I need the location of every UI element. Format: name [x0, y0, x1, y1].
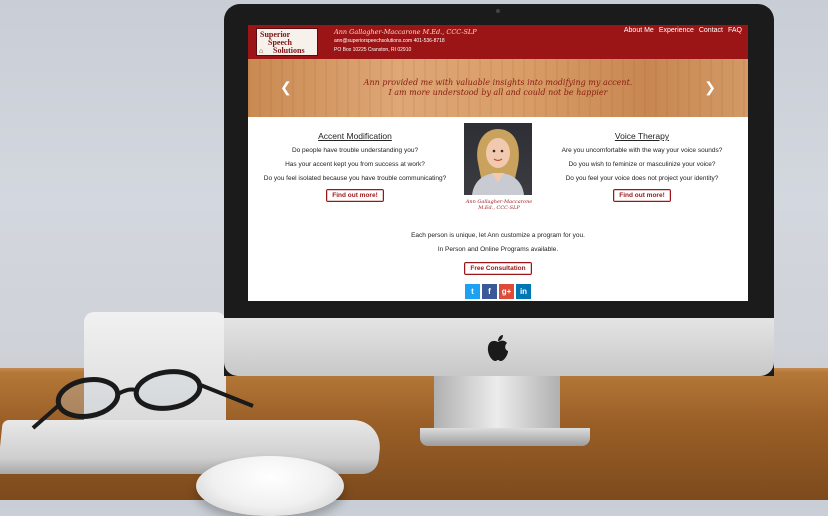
- linkedin-icon[interactable]: in: [516, 284, 531, 299]
- eyeglasses: [31, 369, 254, 430]
- accent-section: Accent Modification Do people have troub…: [252, 131, 458, 202]
- voice-find-out-more-button[interactable]: Find out more!: [613, 189, 671, 202]
- facebook-icon[interactable]: f: [482, 284, 497, 299]
- voice-question: Do you wish to feminize or masculinize y…: [568, 161, 716, 168]
- testimonial-slider: ❮ Ann provided me with valuable insights…: [248, 59, 748, 117]
- portrait-photo: [464, 123, 532, 195]
- accent-title[interactable]: Accent Modification: [252, 131, 458, 141]
- voice-question: Are you uncomfortable with the way your …: [561, 147, 723, 154]
- signature-line-2: M.Ed., CCC-SLP: [478, 205, 520, 211]
- social-links: t f g+ in: [465, 284, 531, 299]
- portrait-image: [472, 129, 524, 195]
- magic-mouse: [196, 456, 344, 516]
- voice-section: Voice Therapy Are you uncomfortable with…: [540, 131, 744, 202]
- accent-question: Do people have trouble understanding you…: [291, 147, 419, 154]
- twitter-icon[interactable]: t: [465, 284, 480, 299]
- voice-title[interactable]: Voice Therapy: [540, 131, 744, 141]
- nav-contact[interactable]: Contact: [699, 27, 723, 34]
- website-screen: Superior Speech Solutions ⌂ Ann Gallaghe…: [248, 25, 748, 301]
- apple-logo-icon: [487, 335, 508, 361]
- testimonial-line-2: I am more understood by all and could no…: [388, 88, 608, 97]
- house-icon: ⌂: [259, 47, 264, 55]
- contact-email-phone[interactable]: ann@superiorspeechsolutions.com 401-536-…: [334, 37, 477, 46]
- testimonial-line-1: Ann provided me with valuable insights i…: [363, 78, 633, 87]
- camera-icon: [496, 9, 500, 13]
- site-logo[interactable]: Superior Speech Solutions ⌂: [256, 28, 318, 56]
- main-nav: About Me Experience Contact FAQ: [624, 27, 742, 34]
- site-header: Superior Speech Solutions ⌂ Ann Gallaghe…: [248, 25, 748, 59]
- accent-find-out-more-button[interactable]: Find out more!: [326, 189, 384, 202]
- consultation-wrapper: Free Consultation: [348, 262, 648, 275]
- program-availability: In Person and Online Programs available.: [437, 246, 559, 253]
- accent-question: Do you feel isolated because you have tr…: [263, 175, 447, 182]
- imac-stand: [434, 376, 560, 432]
- testimonial-text: Ann provided me with valuable insights i…: [298, 78, 698, 98]
- voice-question: Do you feel your voice does not project …: [565, 175, 719, 182]
- contact-block: Ann Gallagher-Maccarone M.Ed., CCC-SLP a…: [334, 28, 477, 55]
- google-plus-icon[interactable]: g+: [499, 284, 514, 299]
- logo-line-3: Solutions: [273, 46, 305, 55]
- accent-question: Has your accent kept you from success at…: [285, 161, 425, 168]
- free-consultation-button[interactable]: Free Consultation: [464, 262, 532, 275]
- portrait-signature: Ann Gallagher-Maccarone M.Ed., CCC-SLP: [454, 199, 544, 211]
- chevron-left-icon[interactable]: ❮: [280, 79, 292, 96]
- nav-about-me[interactable]: About Me: [624, 27, 654, 34]
- contact-name: Ann Gallagher-Maccarone M.Ed., CCC-SLP: [334, 28, 477, 36]
- nav-experience[interactable]: Experience: [659, 27, 694, 34]
- nav-faq[interactable]: FAQ: [728, 27, 742, 34]
- program-intro: Each person is unique, let Ann customize…: [411, 232, 585, 239]
- contact-address: PO Box 10225 Cranston, RI 02910: [334, 47, 412, 53]
- imac-foot: [420, 428, 590, 446]
- chevron-right-icon[interactable]: ❯: [704, 79, 716, 96]
